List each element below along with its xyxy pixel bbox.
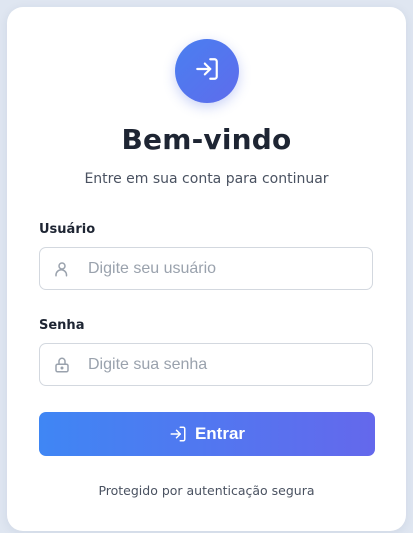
login-icon — [169, 425, 187, 443]
login-button-label: Entrar — [194, 424, 246, 443]
security-note: Protegido por autenticação segura — [98, 483, 315, 498]
password-label: Senha — [39, 318, 85, 333]
username-label: Usuário — [39, 222, 96, 237]
login-logo — [175, 39, 239, 103]
page-title: Bem-vindo — [121, 123, 292, 156]
password-input[interactable] — [88, 355, 348, 374]
user-icon — [52, 259, 72, 279]
login-icon — [194, 56, 220, 86]
username-input[interactable] — [88, 259, 348, 278]
password-field[interactable] — [39, 343, 373, 386]
login-card: Bem-vindo Entre em sua conta para contin… — [7, 7, 406, 531]
username-field[interactable] — [39, 247, 373, 290]
lock-icon — [52, 355, 72, 375]
login-button[interactable]: Entrar — [39, 412, 375, 456]
page-subtitle: Entre em sua conta para continuar — [84, 171, 329, 187]
